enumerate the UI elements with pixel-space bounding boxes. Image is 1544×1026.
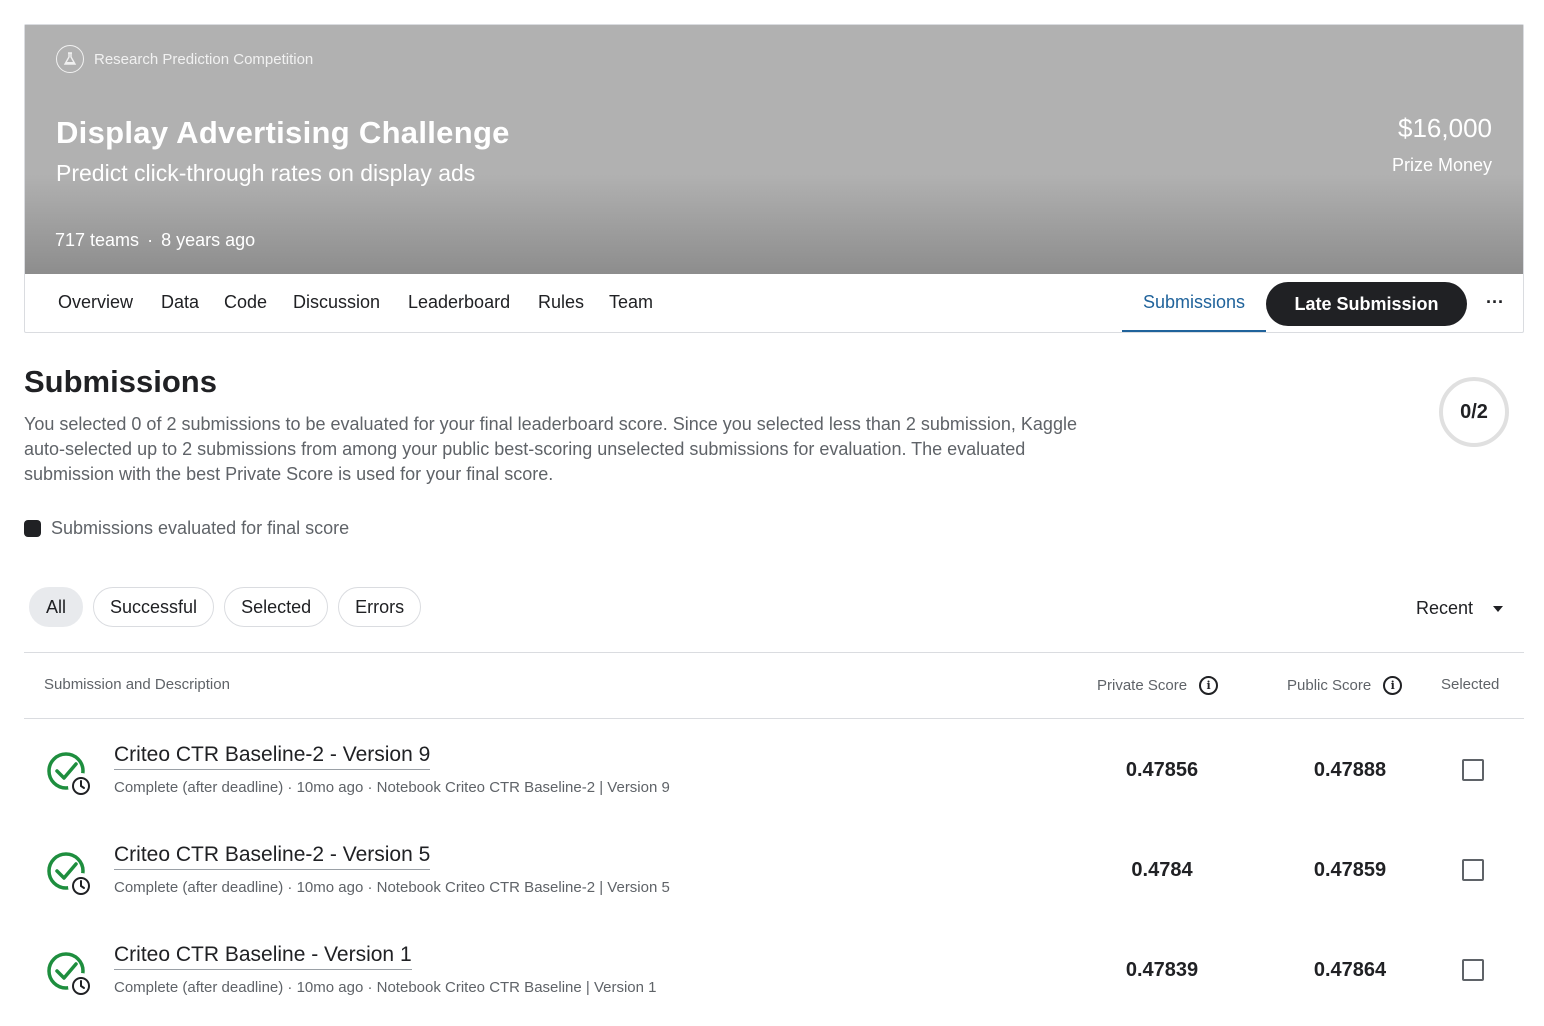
tab-code[interactable]: Code: [224, 292, 267, 313]
filter-errors[interactable]: Errors: [338, 587, 422, 627]
submission-meta: Complete (after deadline) · 10mo ago · N…: [114, 979, 657, 996]
filter-selected[interactable]: Selected: [224, 587, 329, 627]
column-header-public-label: Public Score: [1287, 677, 1372, 694]
competition-type-label: Research Prediction Competition: [94, 50, 314, 68]
private-score: 0.47839: [1125, 959, 1199, 981]
private-score: 0.47856: [1125, 759, 1199, 781]
submissions-description: You selected 0 of 2 submissions to be ev…: [24, 414, 1077, 484]
select-submission-checkbox[interactable]: [1462, 859, 1484, 881]
public-score: 0.47888: [1313, 759, 1387, 781]
flask-icon: [56, 45, 84, 73]
column-header-selected-label: Selected: [1441, 676, 1500, 693]
competition-header: Research Prediction Competition Display …: [24, 24, 1524, 333]
competition-subtitle: Predict click-through rates on display a…: [56, 160, 476, 186]
select-submission-checkbox[interactable]: [1462, 959, 1484, 981]
meta-separator: ·: [147, 230, 154, 250]
legend-label: Submissions evaluated for final score: [51, 518, 350, 538]
submission-meta: Complete (after deadline) · 10mo ago · N…: [114, 779, 670, 796]
tab-leaderboard[interactable]: Leaderboard: [408, 292, 510, 313]
filter-all[interactable]: All: [29, 587, 84, 627]
legend-swatch: [24, 520, 41, 537]
complete-check-icon: [47, 852, 94, 899]
tab-submissions[interactable]: Submissions: [1122, 274, 1266, 332]
competition-meta: 717 teams · 8 years ago: [55, 230, 255, 251]
competition-banner: Research Prediction Competition Display …: [25, 25, 1523, 274]
column-header-submission-label: Submission and Description: [44, 676, 230, 693]
select-submission-checkbox[interactable]: [1462, 759, 1484, 781]
submission-title-link[interactable]: Criteo CTR Baseline-2 - Version 9: [114, 743, 431, 770]
prize-amount: $16,000: [1398, 113, 1492, 143]
complete-check-icon: [47, 952, 94, 999]
teams-count[interactable]: 717 teams: [55, 230, 139, 251]
filter-successful[interactable]: Successful: [93, 587, 215, 627]
tab-team[interactable]: Team: [609, 292, 653, 313]
submission-title-link[interactable]: Criteo CTR Baseline - Version 1: [114, 943, 412, 970]
competition-tabs: Overview Data Code Discussion Leaderboar…: [25, 274, 1523, 332]
column-header-private-label: Private Score: [1097, 677, 1188, 694]
column-header-selected: Selected: [1441, 676, 1499, 693]
caret-down-icon: [1493, 605, 1504, 612]
page-title: Submissions: [24, 364, 217, 399]
filter-chips: All Successful Selected Errors: [29, 587, 422, 627]
competition-type: Research Prediction Competition: [56, 45, 313, 73]
prize-label: Prize Money: [1391, 155, 1492, 175]
competition-title: Display Advertising Challenge: [56, 115, 510, 150]
sort-dropdown[interactable]: Recent: [1416, 598, 1504, 619]
submission-title-link[interactable]: Criteo CTR Baseline-2 - Version 5: [114, 843, 431, 870]
submission-meta: Complete (after deadline) · 10mo ago · N…: [114, 879, 670, 896]
tab-discussion[interactable]: Discussion: [293, 292, 380, 313]
table-row: Criteo CTR Baseline-2 - Version 5 Comple…: [24, 819, 1524, 919]
late-submission-button[interactable]: Late Submission: [1266, 282, 1467, 326]
tab-overview[interactable]: Overview: [58, 292, 133, 313]
sort-label: Recent: [1416, 598, 1474, 618]
complete-check-icon: [47, 752, 94, 799]
column-header-public: Public Score i: [1287, 676, 1403, 695]
column-header-private: Private Score i: [1097, 676, 1219, 695]
column-header-submission: Submission and Description: [44, 676, 230, 693]
table-row: Criteo CTR Baseline-2 - Version 9 Comple…: [24, 719, 1524, 819]
info-icon[interactable]: i: [1199, 676, 1219, 695]
selected-count-ring: 0/2: [1439, 377, 1509, 447]
tab-data[interactable]: Data: [161, 292, 199, 313]
legend: Submissions evaluated for final score: [24, 518, 349, 539]
private-score: 0.4784: [1131, 859, 1193, 881]
public-score: 0.47859: [1313, 859, 1387, 881]
divider: [24, 652, 1524, 653]
info-icon[interactable]: i: [1383, 676, 1403, 695]
competition-age: 8 years ago: [161, 230, 256, 250]
public-score: 0.47864: [1313, 959, 1387, 981]
tab-rules[interactable]: Rules: [538, 292, 584, 313]
more-options-button[interactable]: ···: [1481, 288, 1509, 316]
table-row: Criteo CTR Baseline - Version 1 Complete…: [24, 919, 1524, 1019]
